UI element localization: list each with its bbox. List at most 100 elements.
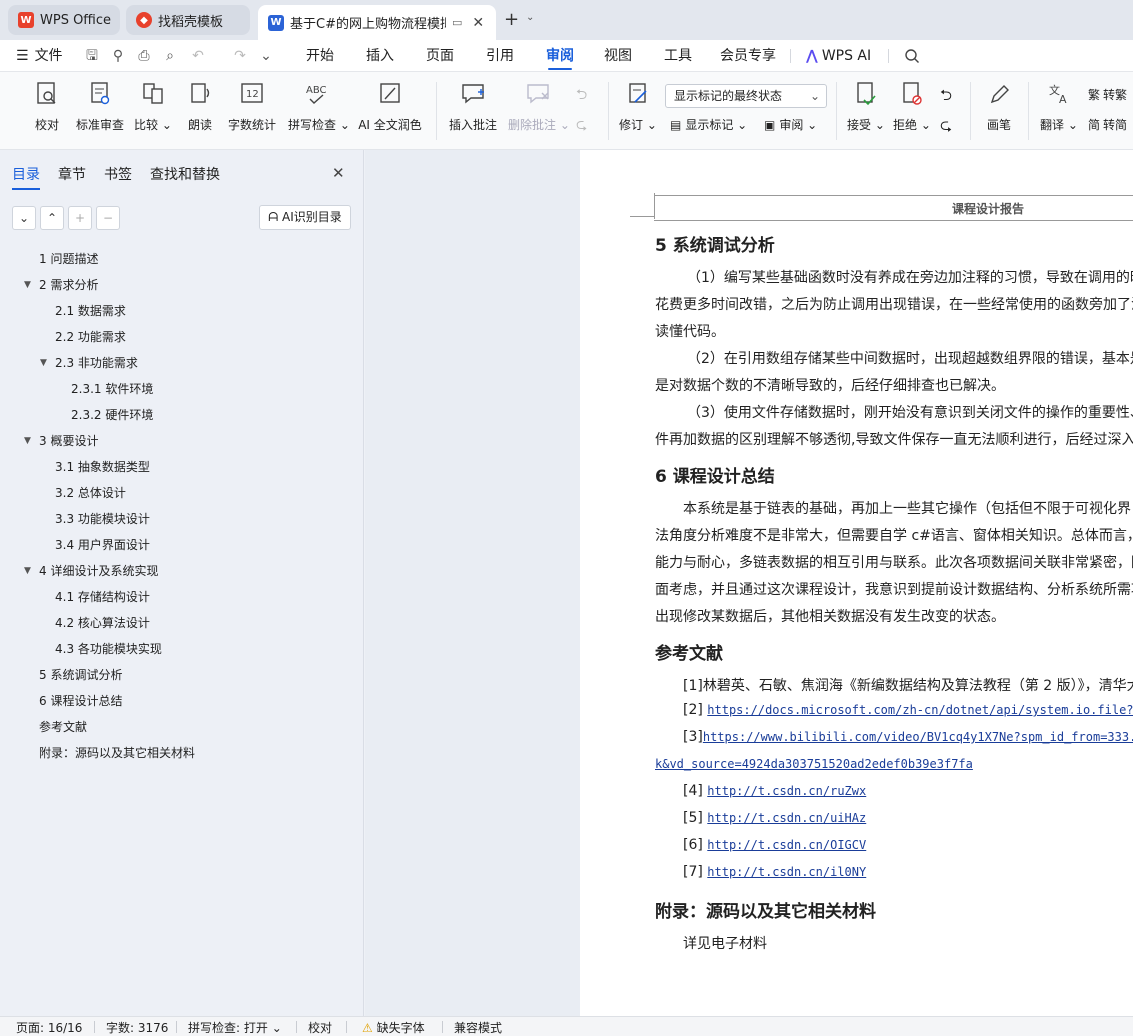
reference-link[interactable]: http://t.csdn.cn/OIGCV [707,838,866,852]
file-menu[interactable]: ☰ 文件 [16,40,63,72]
ai-polish-button[interactable]: AI 全文润色 [356,78,424,144]
word-count[interactable]: 字数: 3176 [106,1019,168,1036]
toc-item[interactable]: 参考文献 [39,717,87,737]
word-count-icon: 12 [241,83,263,103]
reference-link[interactable]: https://www.bilibili.com/video/BV1cq4y1X… [703,730,1133,744]
ink-pen-button[interactable]: 画笔 [982,78,1016,144]
search-icon[interactable] [904,48,920,64]
reject-button[interactable]: 拒绝 ⌄ [892,78,932,144]
toc-item[interactable]: 2.1 数据需求 [55,301,126,321]
expand-triangle-icon[interactable]: ▼ [24,280,31,290]
remove-heading-button[interactable]: − [96,206,120,230]
reference-link[interactable]: http://t.csdn.cn/il0NY [707,865,866,879]
tab-bookmarks[interactable]: 书签 [104,164,132,184]
tab-toc[interactable]: 目录 [12,164,40,190]
accept-button[interactable]: 接受 ⌄ [846,78,886,144]
toc-item[interactable]: 4.2 核心算法设计 [55,613,150,633]
expand-triangle-icon[interactable]: ▼ [40,358,47,368]
reference-link[interactable]: http://t.csdn.cn/uiHAz [707,811,866,825]
tab-chapters[interactable]: 章节 [58,164,86,184]
print-icon[interactable]: ⎙ [136,48,152,64]
toc-item[interactable]: 2.3.1 软件环境 [71,379,153,399]
page-indicator[interactable]: 页面: 16/16 [16,1019,82,1036]
wps-ai-menu[interactable]: ⋀ WPS AI [806,40,871,72]
reference-link[interactable]: https://docs.microsoft.com/zh-cn/dotnet/… [707,703,1133,717]
toc-item[interactable]: 2 需求分析 [39,275,98,295]
expand-down-button[interactable]: ⌄ [12,206,36,230]
next-change-icon[interactable]: ⮎ [940,114,952,136]
tab-docer-templates[interactable]: ◆ 找稻壳模板 [126,5,250,35]
toc-item[interactable]: 3.4 用户界面设计 [55,535,150,555]
menu-member[interactable]: 会员专享 [720,40,776,72]
toc-item[interactable]: 4.3 各功能模块实现 [55,639,162,659]
print-preview-icon[interactable]: ⌕ [162,48,178,64]
expand-triangle-icon[interactable]: ▼ [24,566,31,576]
close-tab-icon[interactable]: ✕ [472,15,484,31]
menu-review[interactable]: 审阅 [546,40,574,72]
toc-item[interactable]: 4 详细设计及系统实现 [39,561,158,581]
tab-document[interactable]: W 基于C#的网上购物流程模拟 ▭ ✕ [258,5,496,40]
menu-tools[interactable]: 工具 [664,40,692,72]
tab-find-replace[interactable]: 查找和替换 [150,164,220,184]
undo-icon[interactable]: ↶ [190,48,206,64]
toc-item[interactable]: 2.2 功能需求 [55,327,126,347]
redo-icon[interactable]: ↷ [232,48,248,64]
spell-check-status[interactable]: 拼写检查: 打开 ⌄ [188,1019,282,1036]
standard-review-button[interactable]: 标准审查 [74,78,126,144]
toc-item[interactable]: 3.3 功能模块设计 [55,509,150,529]
review-pane-button[interactable]: ▣ 审阅 ⌄ [764,114,817,136]
missing-font-status[interactable]: ⚠ 缺失字体 [362,1019,425,1036]
next-comment-icon[interactable]: ⮎ [576,114,587,136]
toc-item[interactable]: 3.1 抽象数据类型 [55,457,150,477]
reference-link[interactable]: k&vd_source=4924da303751520ad2edef0b39e3… [655,757,973,771]
close-pane-icon[interactable]: ✕ [332,164,345,182]
toc-item[interactable]: 4.1 存储结构设计 [55,587,150,607]
track-changes-button[interactable]: 修订 ⌄ [618,78,658,144]
to-traditional-button[interactable]: 繁转繁 [1088,84,1127,106]
show-markup-button[interactable]: ▤ 显示标记 ⌄ [670,114,747,136]
toc-item[interactable]: 3 概要设计 [39,431,98,451]
share-icon[interactable]: ⚲ [110,48,126,64]
previous-comment-icon[interactable]: ⮌ [576,84,587,106]
menu-references[interactable]: 引用 [486,40,514,72]
paragraph-line: 件再加数据的区别理解不够透彻,导致文件保存一直无法顺利进行，后经过深入 [655,432,1133,448]
collapse-up-button[interactable]: ⌃ [40,206,64,230]
tab-wps-office[interactable]: W WPS Office [8,5,120,35]
toc-item[interactable]: 1 问题描述 [39,249,98,269]
save-icon[interactable]: 🖫 [84,48,100,64]
toc-item[interactable]: 2.3 非功能需求 [55,353,138,373]
chevron-down-icon[interactable]: ⌄ [526,12,534,23]
menu-home[interactable]: 开始 [306,40,334,72]
toc-item[interactable]: 5 系统调试分析 [39,665,122,685]
toc-item[interactable]: 6 课程设计总结 [39,691,122,711]
delete-comment-button[interactable]: 删除批注 ⌄ [508,78,570,144]
reference-link[interactable]: http://t.csdn.cn/ruZwx [707,784,866,798]
read-aloud-button[interactable]: 朗读 [184,78,216,144]
translate-button[interactable]: 文A 翻译 ⌄ [1040,78,1078,144]
toc-item[interactable]: 附录：源码以及其它相关材料 [39,743,195,763]
word-count-button[interactable]: 12 字数统计 [226,78,278,144]
toc-item[interactable]: 3.2 总体设计 [55,483,126,503]
screen-icon[interactable]: ▭ [452,16,462,29]
chevron-down-icon[interactable]: ⌄ [258,48,274,64]
new-tab-icon[interactable]: + [504,9,519,30]
speaker-icon [191,83,210,103]
to-simplified-button[interactable]: 简转简 [1088,114,1127,136]
magic-wand-icon [380,83,400,103]
markup-icon: ▤ [670,118,682,132]
previous-change-icon[interactable]: ⮌ [940,84,952,106]
proofread-status[interactable]: 校对 [308,1019,332,1036]
toc-item[interactable]: 2.3.2 硬件环境 [71,405,153,425]
menu-view[interactable]: 视图 [604,40,632,72]
proofread-button[interactable]: 校对 [30,78,64,144]
display-mode-select[interactable]: 显示标记的最终状态 ⌄ [665,84,827,108]
menu-page[interactable]: 页面 [426,40,454,72]
add-heading-button[interactable]: + [68,206,92,230]
spell-check-button[interactable]: ABC 拼写检查 ⌄ [288,78,350,144]
insert-comment-button[interactable]: 插入批注 [446,78,500,144]
menu-insert[interactable]: 插入 [366,40,394,72]
divider [608,82,609,140]
compare-button[interactable]: 比较 ⌄ [134,78,172,144]
ai-toc-button[interactable]: ᗩ AI识别目录 [259,205,351,230]
expand-triangle-icon[interactable]: ▼ [24,436,31,446]
